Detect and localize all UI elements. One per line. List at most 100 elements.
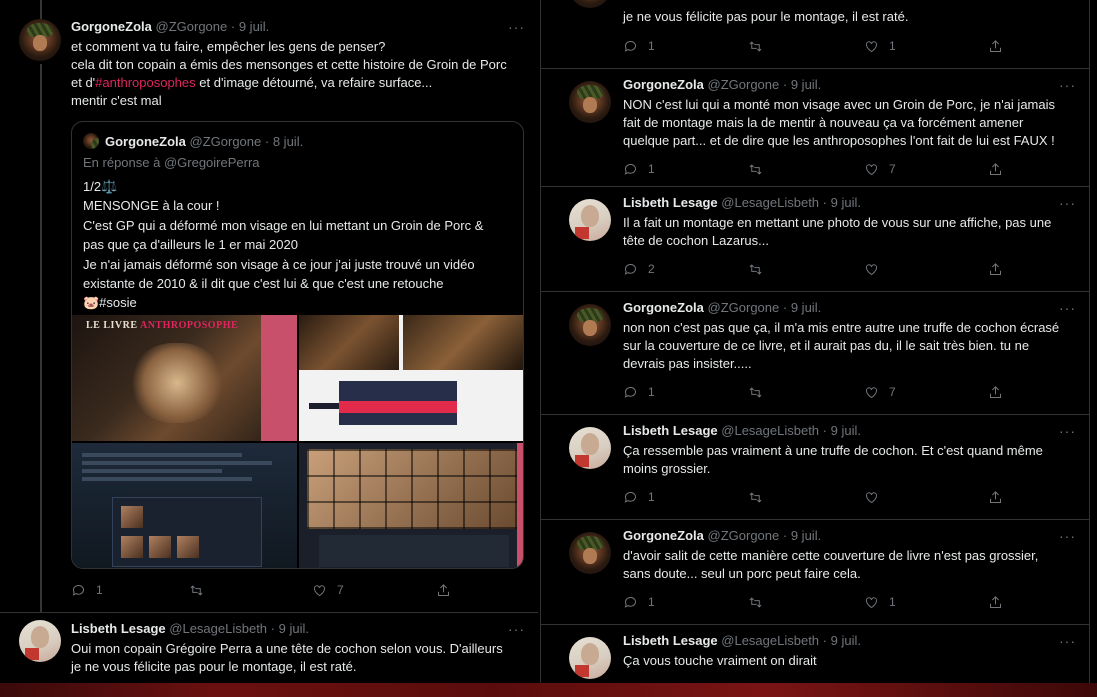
- more-icon[interactable]: ···: [1059, 196, 1076, 210]
- reply-button[interactable]: 1: [623, 488, 655, 506]
- reply-tweet[interactable]: GorgoneZola @ZGorgone · 9 juil. ··· NON c'…: [541, 69, 1089, 186]
- more-icon[interactable]: ···: [1059, 529, 1076, 543]
- avatar-lisbeth[interactable]: [569, 199, 611, 241]
- more-icon[interactable]: ···: [508, 20, 525, 34]
- like-button[interactable]: 7: [864, 383, 896, 401]
- author-handle[interactable]: @ZGorgone: [708, 300, 780, 315]
- separator-dot: ·: [264, 134, 270, 149]
- media-grid[interactable]: LE LIVRE ANTHROPOSOPHE: [72, 315, 523, 568]
- more-icon[interactable]: ···: [1059, 634, 1076, 648]
- avatar-gorgonezola[interactable]: [569, 304, 611, 346]
- tweet-date[interactable]: 9 juil.: [239, 19, 269, 34]
- reply-button[interactable]: 1: [71, 581, 103, 599]
- author-handle[interactable]: @ZGorgone: [708, 528, 780, 543]
- reply-tweet[interactable]: Lisbeth Lesage @LesageLisbeth · 9 juil. ·…: [541, 415, 1089, 519]
- tweet-date[interactable]: 9 juil.: [791, 528, 821, 543]
- retweet-button[interactable]: [748, 260, 763, 278]
- tweet-actions: 11: [623, 593, 1073, 611]
- tweet-date[interactable]: 9 juil.: [831, 633, 861, 648]
- reply-tweet[interactable]: Lisbeth Lesage @LesageLisbeth · 9 juil. ·…: [541, 625, 1089, 683]
- retweet-button[interactable]: [748, 488, 763, 506]
- reply-tweet[interactable]: Lisbeth Lesage @LesageLisbeth · 9 juil. ·…: [541, 187, 1089, 291]
- retweet-button[interactable]: [748, 593, 763, 611]
- author-name[interactable]: GorgoneZola: [623, 528, 704, 543]
- heart-icon: [314, 584, 325, 596]
- tweet-date[interactable]: 9 juil.: [791, 77, 821, 92]
- author-name[interactable]: GorgoneZola: [623, 77, 704, 92]
- hashtag-link[interactable]: #anthroposophes: [95, 75, 195, 90]
- reply-tweet[interactable]: GorgoneZola @ZGorgone · 9 juil. ··· d'avoi…: [541, 520, 1089, 624]
- author-name[interactable]: Lisbeth Lesage: [623, 195, 718, 210]
- tweet-date[interactable]: 9 juil.: [831, 195, 861, 210]
- like-button[interactable]: [864, 488, 889, 506]
- more-icon[interactable]: ···: [1059, 424, 1076, 438]
- reply-to-label: En réponse à @GregoirePerra: [83, 155, 260, 170]
- reply-button[interactable]: 1: [623, 37, 655, 55]
- partial-tweet[interactable]: je ne vous félicite pas pour le montage,…: [541, 0, 1089, 68]
- right-timeline-column[interactable]: je ne vous félicite pas pour le montage,…: [540, 0, 1090, 683]
- image-panel: [261, 315, 297, 441]
- author-name[interactable]: GorgoneZola: [71, 19, 152, 34]
- retweet-button[interactable]: [748, 383, 763, 401]
- media-image-4[interactable]: [299, 443, 523, 568]
- share-button[interactable]: [988, 593, 1003, 611]
- media-image-1[interactable]: LE LIVRE ANTHROPOSOPHE: [72, 315, 297, 441]
- retweet-button[interactable]: [189, 581, 214, 599]
- avatar-partial[interactable]: [569, 0, 611, 8]
- image-thumb: [177, 536, 199, 558]
- author-handle[interactable]: @LesageLisbeth: [721, 195, 819, 210]
- media-title: LE LIVRE ANTHROPOSOPHE: [86, 320, 238, 331]
- share-button[interactable]: [988, 488, 1003, 506]
- reply-button[interactable]: 1: [623, 593, 655, 611]
- author-handle[interactable]: @ZGorgone: [708, 77, 780, 92]
- heart-icon: [866, 163, 877, 175]
- author-name[interactable]: Lisbeth Lesage: [71, 621, 166, 636]
- like-button[interactable]: 7: [864, 160, 896, 178]
- left-timeline-column[interactable]: GorgoneZola @ZGorgone · 9 juil. ··· et c…: [0, 0, 538, 683]
- tweet-date[interactable]: 9 juil.: [791, 300, 821, 315]
- like-button[interactable]: 1: [864, 37, 896, 55]
- share-button[interactable]: [988, 260, 1003, 278]
- avatar-gorgonezola[interactable]: [569, 532, 611, 574]
- like-count: 7: [337, 583, 344, 597]
- reply-button[interactable]: 1: [623, 160, 655, 178]
- share-button[interactable]: [988, 383, 1003, 401]
- like-button[interactable]: 1: [864, 593, 896, 611]
- reply-button[interactable]: 2: [623, 260, 655, 278]
- author-handle[interactable]: @LesageLisbeth: [721, 423, 819, 438]
- reply-button[interactable]: 1: [623, 383, 655, 401]
- media-image-3[interactable]: [72, 443, 297, 568]
- author-handle[interactable]: @LesageLisbeth: [721, 633, 819, 648]
- author-name[interactable]: GorgoneZola: [623, 300, 704, 315]
- more-icon[interactable]: ···: [1059, 301, 1076, 315]
- main-tweet[interactable]: GorgoneZola @ZGorgone · 9 juil. ··· et c…: [0, 0, 538, 612]
- share-button[interactable]: [988, 37, 1003, 55]
- avatar-lisbeth[interactable]: [569, 427, 611, 469]
- reply-tweet[interactable]: GorgoneZola @ZGorgone · 9 juil. ··· non no…: [541, 292, 1089, 414]
- tweet-header: Lisbeth Lesage @LesageLisbeth · 9 juil.: [623, 423, 861, 439]
- like-button[interactable]: 7: [312, 581, 344, 599]
- media-image-2[interactable]: [299, 315, 523, 441]
- share-button[interactable]: [988, 160, 1003, 178]
- quoted-tweet[interactable]: GorgoneZola @ZGorgone · 8 juil. En répon…: [71, 121, 524, 569]
- more-icon[interactable]: ···: [508, 622, 525, 636]
- author-name[interactable]: Lisbeth Lesage: [623, 633, 718, 648]
- avatar-lisbeth[interactable]: [19, 620, 61, 662]
- author-handle[interactable]: @ZGorgone: [156, 19, 228, 34]
- retweet-button[interactable]: [748, 160, 763, 178]
- author-name[interactable]: Lisbeth Lesage: [623, 423, 718, 438]
- retweet-icon: [749, 163, 762, 175]
- reply-tweet[interactable]: Lisbeth Lesage @LesageLisbeth · 9 juil. …: [0, 613, 538, 683]
- tweet-date[interactable]: 9 juil.: [831, 423, 861, 438]
- tweet-date[interactable]: 9 juil.: [279, 621, 309, 636]
- author-handle[interactable]: @LesageLisbeth: [169, 621, 267, 636]
- share-icon: [990, 162, 1001, 175]
- avatar-lisbeth[interactable]: [569, 637, 611, 679]
- avatar-gorgonezola[interactable]: [19, 19, 61, 61]
- retweet-button[interactable]: [748, 37, 763, 55]
- avatar-gorgonezola[interactable]: [569, 81, 611, 123]
- like-button[interactable]: [864, 260, 889, 278]
- more-icon[interactable]: ···: [1059, 78, 1076, 92]
- image-line: [82, 469, 222, 473]
- share-button[interactable]: [436, 581, 451, 599]
